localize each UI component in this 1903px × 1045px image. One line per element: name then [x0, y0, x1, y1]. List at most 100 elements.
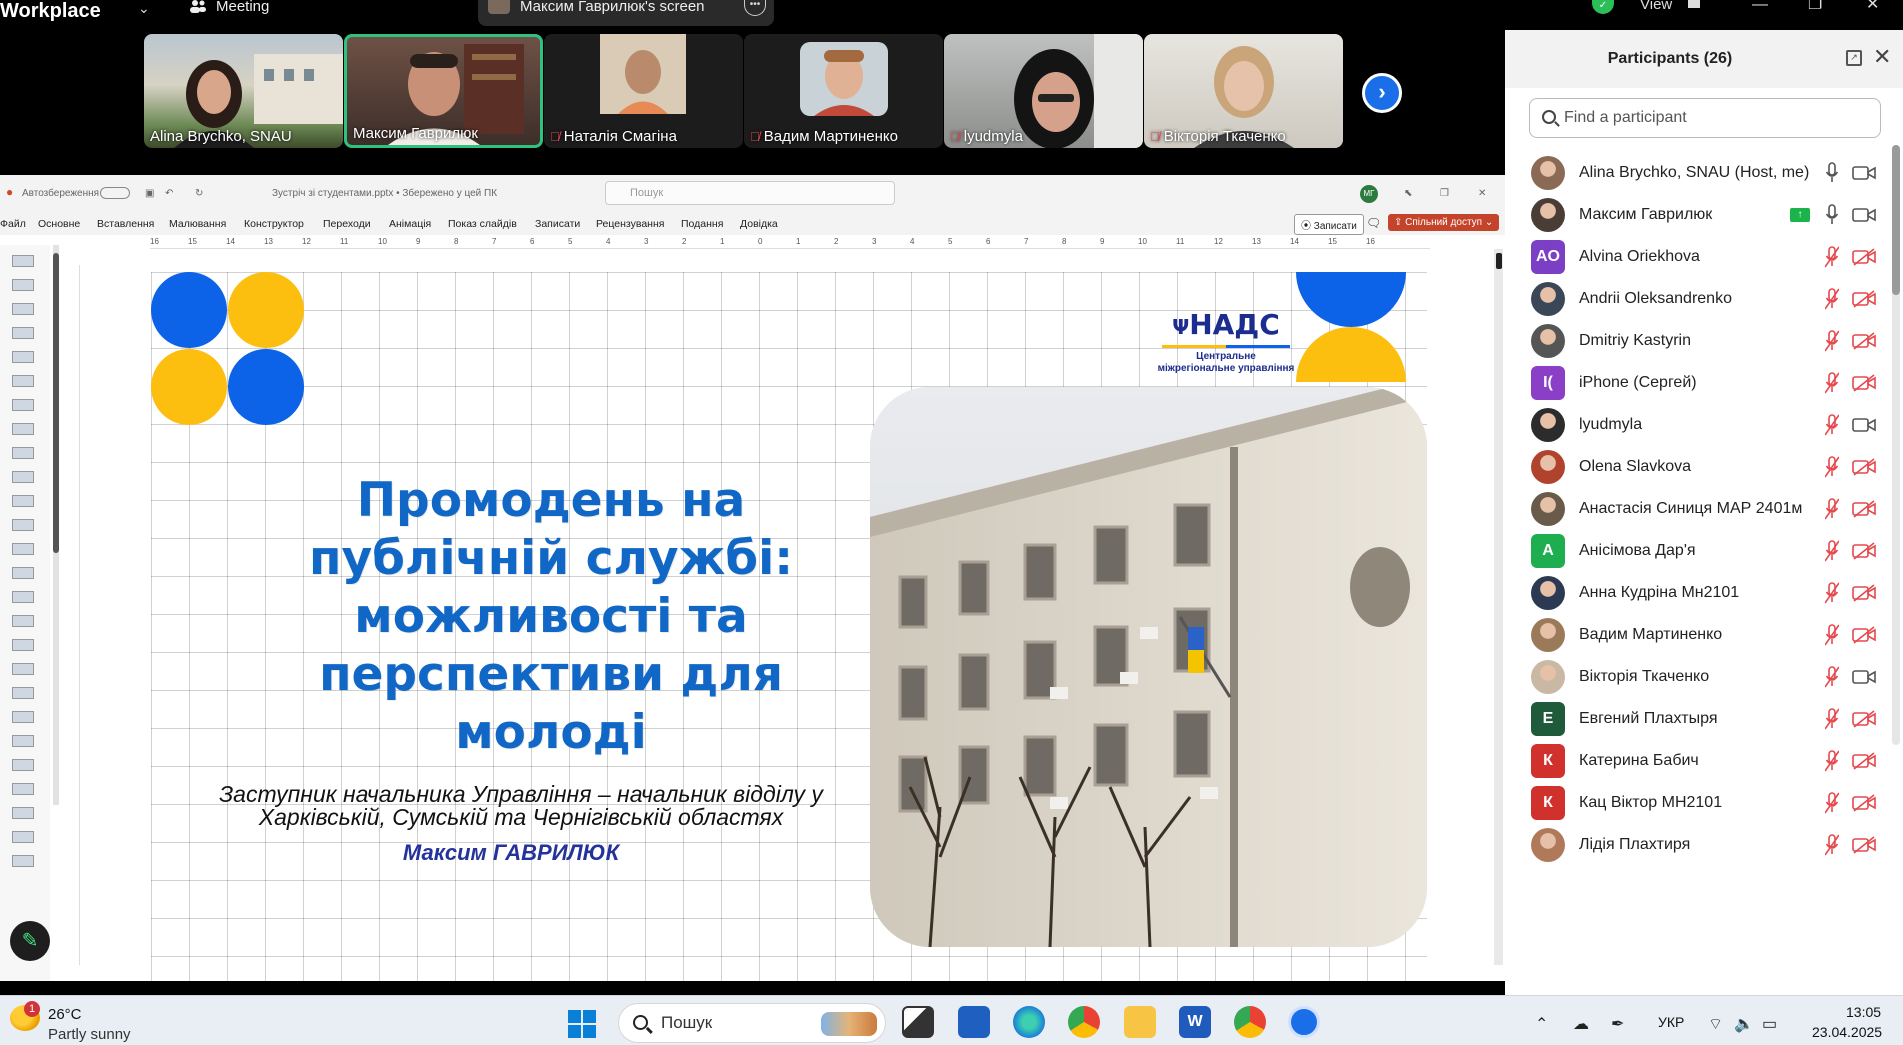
store-icon[interactable]: [958, 1006, 990, 1038]
slide-thumbnail[interactable]: [12, 351, 34, 363]
slide-thumbnail[interactable]: [12, 375, 34, 387]
slide-thumbnail[interactable]: [12, 855, 34, 867]
muted-mic-icon[interactable]: [1824, 582, 1840, 604]
menu-item[interactable]: Основне: [38, 218, 80, 230]
camera-icon[interactable]: [1852, 416, 1876, 434]
windows-start-icon[interactable]: [568, 1010, 596, 1038]
comments-icon[interactable]: 🗨: [1366, 216, 1381, 230]
video-tile[interactable]: 🎙̸ Вадим Мартиненко: [744, 34, 943, 148]
video-tile[interactable]: 🎙̸ lyudmyla: [944, 34, 1143, 148]
slide-scrollbar[interactable]: [1494, 249, 1503, 965]
chrome-icon[interactable]: [1068, 1006, 1100, 1038]
camera-off-icon[interactable]: [1852, 836, 1876, 854]
slide-thumbnail[interactable]: [12, 471, 34, 483]
participant-list-scrollbar[interactable]: [1892, 145, 1900, 745]
weather-description[interactable]: Partly sunny: [48, 1026, 131, 1043]
clock-time[interactable]: 13:05: [1846, 1004, 1881, 1020]
edge-icon[interactable]: [1013, 1006, 1045, 1038]
taskbar-search-input[interactable]: Пошук: [618, 1003, 886, 1043]
slide-thumbnail[interactable]: [12, 687, 34, 699]
user-avatar[interactable]: МГ: [1360, 185, 1378, 203]
muted-mic-icon[interactable]: [1824, 372, 1840, 394]
menu-item[interactable]: Довідка: [740, 218, 778, 230]
next-page-button[interactable]: ›: [1362, 73, 1402, 113]
camera-off-icon[interactable]: [1852, 332, 1876, 350]
participant-row[interactable]: Лідія Плахтиря: [1505, 820, 1890, 871]
slide-thumbnail[interactable]: [12, 759, 34, 771]
slide-thumbnail[interactable]: [12, 327, 34, 339]
tray-chevron-icon[interactable]: ⌃: [1535, 1014, 1548, 1034]
muted-mic-icon[interactable]: [1824, 708, 1840, 730]
camera-icon[interactable]: [1852, 668, 1876, 686]
slide-thumbnail[interactable]: [12, 783, 34, 795]
camera-off-icon[interactable]: [1852, 458, 1876, 476]
video-tile-active[interactable]: Максим Гаврилюк: [344, 34, 543, 148]
menu-item[interactable]: Подання: [681, 218, 723, 230]
menu-item[interactable]: Файл: [0, 218, 26, 230]
mic-icon[interactable]: [1825, 162, 1839, 184]
muted-mic-icon[interactable]: [1824, 288, 1840, 310]
slide-thumbnail[interactable]: [12, 255, 34, 267]
undo-icon[interactable]: ↶: [165, 188, 173, 199]
ppt-close-icon[interactable]: ✕: [1478, 188, 1486, 199]
camera-icon[interactable]: [1852, 164, 1876, 182]
camera-icon[interactable]: [1852, 206, 1876, 224]
battery-icon[interactable]: ▭: [1762, 1014, 1777, 1034]
camera-off-icon[interactable]: [1852, 584, 1876, 602]
video-tile[interactable]: 🎙̸ Наталія Смагіна: [544, 34, 743, 148]
camera-off-icon[interactable]: [1852, 248, 1876, 266]
muted-mic-icon[interactable]: [1824, 750, 1840, 772]
clock-date[interactable]: 23.04.2025: [1812, 1024, 1882, 1040]
pen-input-icon[interactable]: ✒: [1611, 1014, 1624, 1034]
video-tile[interactable]: Alina Brychko, SNAU: [144, 34, 343, 148]
muted-mic-icon[interactable]: [1824, 666, 1840, 688]
slide-thumbnail[interactable]: [12, 735, 34, 747]
file-name[interactable]: Зустріч зі студентами.pptx • Збережено у…: [272, 188, 497, 199]
zoom-app-icon[interactable]: [1288, 1006, 1320, 1038]
view-menu-button[interactable]: View: [1640, 0, 1672, 12]
slide-thumbnail[interactable]: [12, 279, 34, 291]
file-explorer-icon[interactable]: [1124, 1006, 1156, 1038]
slide-thumbnail[interactable]: [12, 447, 34, 459]
task-view-icon[interactable]: [902, 1006, 934, 1038]
camera-off-icon[interactable]: [1852, 500, 1876, 518]
chevron-down-icon[interactable]: ⌄: [138, 0, 150, 17]
muted-mic-icon[interactable]: [1824, 456, 1840, 478]
slide-thumbnail[interactable]: [12, 615, 34, 627]
slide-thumbnail[interactable]: [12, 423, 34, 435]
muted-mic-icon[interactable]: [1824, 330, 1840, 352]
save-icon[interactable]: ▣: [145, 188, 154, 199]
more-options-icon[interactable]: •••: [744, 0, 766, 16]
cloud-icon[interactable]: ☁: [1573, 1014, 1589, 1034]
chrome-profile-icon[interactable]: [1234, 1006, 1266, 1038]
mic-icon[interactable]: [1825, 204, 1839, 226]
camera-off-icon[interactable]: [1852, 626, 1876, 644]
annotate-pen-button[interactable]: ✎: [10, 921, 50, 961]
minimize-icon[interactable]: —: [1752, 0, 1768, 13]
close-panel-icon[interactable]: ✕: [1873, 44, 1891, 70]
thumbnails-scrollbar[interactable]: [53, 245, 59, 805]
restore-icon[interactable]: ❐: [1440, 188, 1449, 199]
menu-item[interactable]: Вставлення: [97, 218, 154, 230]
slide-thumbnail[interactable]: [12, 303, 34, 315]
redo-icon[interactable]: ↻: [195, 188, 203, 199]
menu-item[interactable]: Конструктор: [244, 218, 304, 230]
input-language[interactable]: УКР: [1658, 1014, 1684, 1030]
slide-thumbnail[interactable]: [12, 519, 34, 531]
slide-thumbnail[interactable]: [12, 663, 34, 675]
record-button[interactable]: ⦿ Записати: [1294, 214, 1364, 235]
camera-off-icon[interactable]: [1852, 794, 1876, 812]
ppt-search-input[interactable]: Пошук: [605, 181, 895, 205]
muted-mic-icon[interactable]: [1824, 540, 1840, 562]
camera-off-icon[interactable]: [1852, 752, 1876, 770]
participant-search-input[interactable]: Find a participant: [1529, 98, 1881, 138]
slide-thumbnail[interactable]: [12, 399, 34, 411]
muted-mic-icon[interactable]: [1824, 624, 1840, 646]
slide-thumbnail[interactable]: [12, 543, 34, 555]
word-icon[interactable]: W: [1179, 1006, 1211, 1038]
muted-mic-icon[interactable]: [1824, 414, 1840, 436]
muted-mic-icon[interactable]: [1824, 792, 1840, 814]
slide-thumbnail[interactable]: [12, 807, 34, 819]
slide-thumbnail[interactable]: [12, 831, 34, 843]
camera-off-icon[interactable]: [1852, 374, 1876, 392]
